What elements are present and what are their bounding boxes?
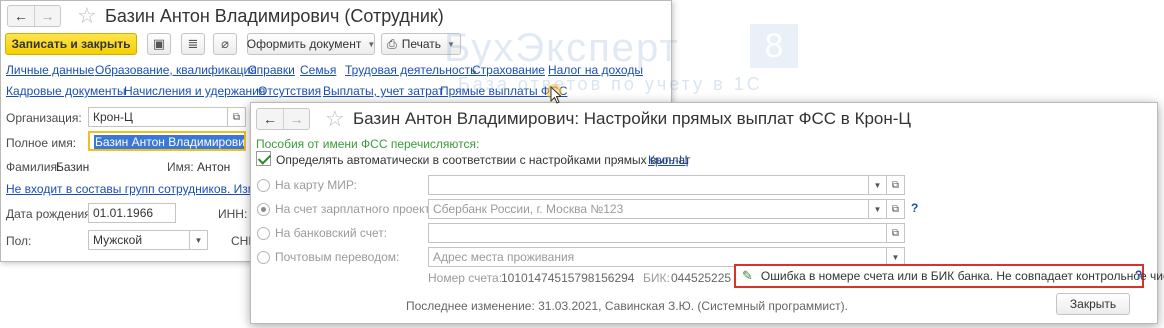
bik-value: 044525225 xyxy=(671,271,732,285)
pencil-icon: ✎ xyxy=(742,268,753,283)
auto-checkbox[interactable] xyxy=(256,151,271,166)
forward-button[interactable]: → xyxy=(34,6,60,26)
last-change-text: Последнее изменение: 31.03.2021, Савинск… xyxy=(406,299,848,313)
save-icon[interactable]: ▣ xyxy=(147,33,171,55)
print-label: Печать xyxy=(401,37,441,51)
document-list-icon[interactable]: ≣ xyxy=(181,33,205,55)
open-icon[interactable]: ⧉ xyxy=(228,107,246,127)
link-income-tax[interactable]: Налог на доходы xyxy=(548,63,643,77)
fullname-value: Базин Антон Владимирович xyxy=(94,135,244,149)
link-insurance[interactable]: Страхование xyxy=(472,63,545,77)
auto-settings-link[interactable]: Крон-Ц xyxy=(648,153,688,167)
org-label: Организация: xyxy=(6,111,82,125)
make-document-label: Оформить документ xyxy=(246,37,362,51)
mir-card-label: На карту МИР: xyxy=(275,178,357,192)
sex-label: Пол: xyxy=(6,234,32,248)
forward-button[interactable]: → xyxy=(283,109,309,129)
link-references[interactable]: Справки xyxy=(248,63,295,77)
open-icon[interactable]: ⧉ xyxy=(887,199,905,219)
link-hr-documents[interactable]: Кадровые документы xyxy=(6,84,126,98)
chevron-down-icon: ▼ xyxy=(447,39,455,49)
sex-field[interactable]: Мужской xyxy=(88,230,190,250)
radio-bank-account[interactable] xyxy=(257,227,270,240)
salary-project-label: На счет зарплатного проекта: xyxy=(275,202,440,216)
save-close-button[interactable]: Записать и закрыть xyxy=(5,33,137,55)
inn-label: ИНН: xyxy=(218,207,248,221)
help-icon[interactable]: ? xyxy=(1135,268,1142,282)
print-button[interactable]: ⎙ Печать ▼ xyxy=(381,33,461,55)
back-button[interactable]: ← xyxy=(8,6,34,26)
chevron-down-icon[interactable]: ▼ xyxy=(869,199,887,219)
bik-label: БИК: xyxy=(643,271,670,285)
groups-link[interactable]: Не входит в составы групп сотрудников. И… xyxy=(6,182,288,196)
link-absences[interactable]: Отсутствия xyxy=(258,84,321,98)
open-icon[interactable]: ⧉ xyxy=(887,175,905,195)
link-payments[interactable]: Выплаты, учет затрат xyxy=(323,84,444,98)
favorite-star-icon[interactable]: ☆ xyxy=(77,5,97,27)
make-document-button[interactable]: Оформить документ ▼ xyxy=(247,33,375,55)
bank-account-field[interactable] xyxy=(428,223,887,243)
attach-icon[interactable]: ⌀ xyxy=(213,33,237,55)
account-number-value: 10101474515798156294 xyxy=(501,271,635,285)
window-title: Базин Антон Владимирович (Сотрудник) xyxy=(105,6,444,26)
link-accruals[interactable]: Начисления и удержания xyxy=(124,84,265,98)
error-message: Ошибка в номере счета или в БИК банка. Н… xyxy=(760,269,1164,283)
mir-card-field[interactable] xyxy=(428,175,869,195)
bank-account-label: На банковский счет: xyxy=(275,226,388,240)
help-icon[interactable]: ? xyxy=(911,201,918,215)
radio-salary-project[interactable] xyxy=(257,203,270,216)
watermark-eight: 8 xyxy=(750,24,798,68)
chevron-down-icon[interactable]: ▼ xyxy=(190,230,208,250)
favorite-star-icon[interactable]: ☆ xyxy=(325,108,345,130)
postal-transfer-label: Почтовым переводом: xyxy=(275,250,400,264)
auto-checkbox-label: Определять автоматически в соответствии … xyxy=(276,153,691,167)
fullname-field[interactable]: Базин Антон Владимирович xyxy=(88,131,246,151)
surname-value: Базин xyxy=(56,160,90,174)
link-personal-data[interactable]: Личные данные xyxy=(6,63,94,77)
close-button[interactable]: Закрыть xyxy=(1056,293,1130,315)
fss-settings-window: ← → ☆ Базин Антон Владимирович: Настройк… xyxy=(250,102,1164,324)
org-field[interactable]: Крон-Ц xyxy=(88,107,228,127)
back-button[interactable]: ← xyxy=(257,109,283,129)
fullname-label: Полное имя: xyxy=(6,136,77,150)
mouse-cursor-icon xyxy=(546,84,563,104)
link-family[interactable]: Семья xyxy=(300,63,336,77)
link-work-activity[interactable]: Трудовая деятельность xyxy=(345,63,476,77)
link-education[interactable]: Образование, квалификация xyxy=(95,63,257,77)
surname-label: Фамилия: xyxy=(6,160,61,174)
nav-buttons: ← → xyxy=(7,5,61,27)
nav-buttons: ← → xyxy=(256,108,310,130)
chevron-down-icon: ▼ xyxy=(367,39,376,49)
name-value: Антон xyxy=(197,160,231,174)
radio-postal-transfer[interactable] xyxy=(257,251,270,264)
birth-label: Дата рождения: xyxy=(6,207,94,221)
radio-mir-card[interactable] xyxy=(257,179,270,192)
open-icon[interactable]: ⧉ xyxy=(887,223,905,243)
salary-project-field[interactable]: Сбербанк России, г. Москва №123 xyxy=(428,199,869,219)
section-header: Пособия от имени ФСС перечисляются: xyxy=(256,137,480,151)
window-title: Базин Антон Владимирович: Настройки прям… xyxy=(353,109,912,128)
account-number-label: Номер счета: xyxy=(428,271,503,285)
birth-field[interactable]: 01.01.1966 xyxy=(88,203,176,223)
printer-icon: ⎙ xyxy=(387,36,397,51)
name-label: Имя: xyxy=(167,160,194,174)
error-message-box: ✎ Ошибка в номере счета или в БИК банка.… xyxy=(734,264,1164,288)
chevron-down-icon[interactable]: ▼ xyxy=(869,175,887,195)
